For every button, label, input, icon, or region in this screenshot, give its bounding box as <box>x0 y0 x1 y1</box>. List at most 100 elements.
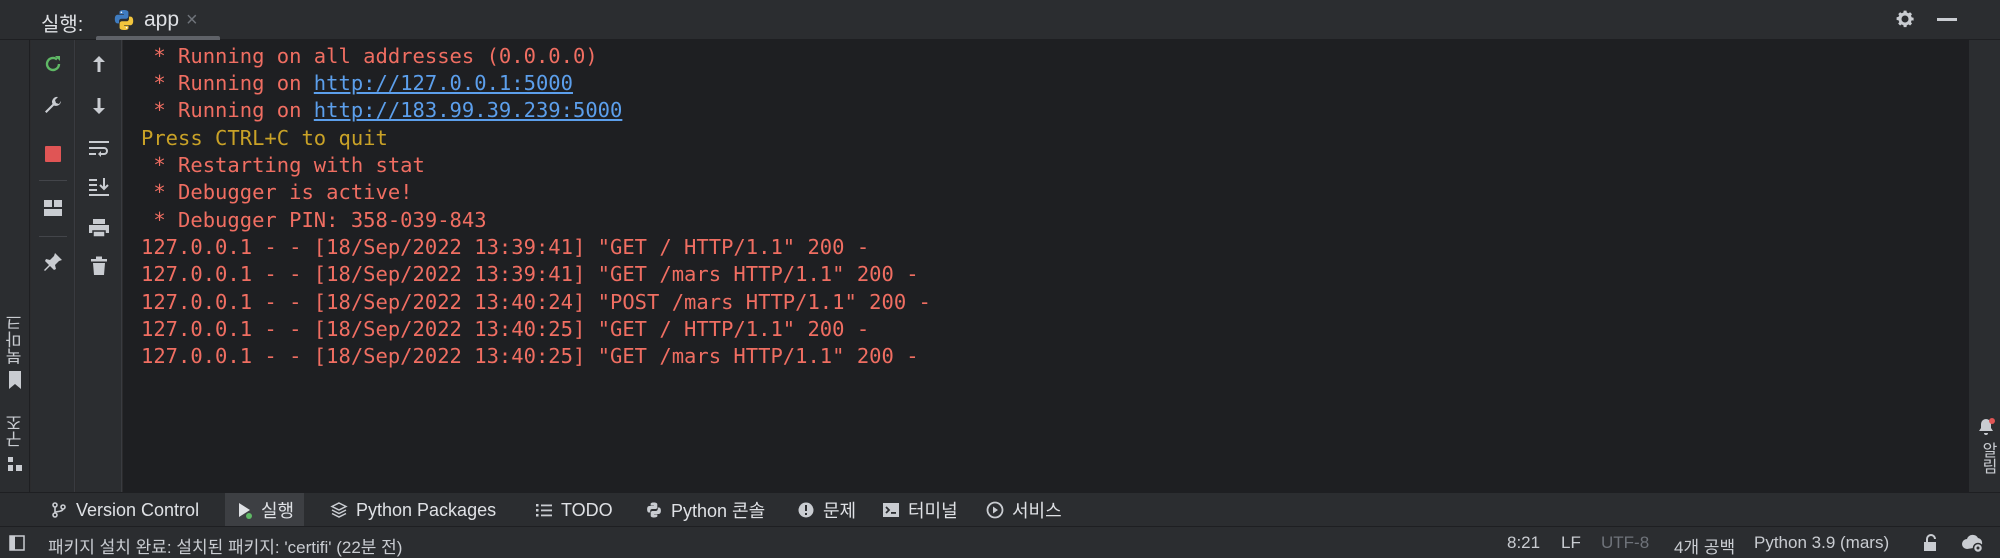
trash-icon <box>91 256 107 275</box>
console-line: * Debugger PIN: 358-039-843 <box>141 208 487 232</box>
tab-label: 실행 <box>261 501 295 521</box>
scroll-to-end-icon <box>89 178 109 196</box>
lock-icon[interactable] <box>1922 533 1940 553</box>
tab-label: Python 콘솔 <box>671 501 766 521</box>
layout-icon <box>44 200 62 216</box>
tab-app[interactable]: app × <box>96 0 220 40</box>
line-separator[interactable]: LF <box>1561 533 1581 553</box>
run-toolbar-secondary <box>76 40 122 492</box>
tool-window-bar: Version Control 실행 Python Packages TODO … <box>0 492 2000 527</box>
console-line: Press CTRL+C to quit <box>141 126 388 150</box>
run-tool-window-header: 실행: app × <box>0 0 2000 40</box>
scroll-up-button[interactable] <box>83 48 115 80</box>
console-output[interactable]: * Running on all addresses (0.0.0.0) * R… <box>123 40 1969 492</box>
tab-problems[interactable]: 문제 <box>787 493 866 527</box>
console-text: 127.0.0.1 - - [18/Sep/2022 13:40:25] "GE… <box>141 317 870 341</box>
close-icon[interactable]: × <box>186 9 198 32</box>
left-tool-stripe: 북마크 구조 <box>0 40 30 492</box>
clear-all-button[interactable] <box>83 250 115 282</box>
layout-button[interactable] <box>37 192 69 224</box>
print-button[interactable] <box>83 212 115 244</box>
tab-version-control[interactable]: Version Control <box>40 493 209 527</box>
console-text: 127.0.0.1 - - [18/Sep/2022 13:39:41] "GE… <box>141 262 919 286</box>
console-line: * Restarting with stat <box>141 153 425 177</box>
edit-configuration-button[interactable] <box>37 90 69 122</box>
python-interpreter[interactable]: Python 3.9 (mars) <box>1754 533 1889 553</box>
console-text: * Running on all addresses (0.0.0.0) <box>141 44 598 68</box>
tab-python-packages[interactable]: Python Packages <box>320 493 506 527</box>
tab-label: Python Packages <box>356 499 497 520</box>
toolbar-separator <box>39 180 67 181</box>
tab-run[interactable]: 실행 <box>225 493 305 527</box>
print-icon <box>89 219 109 238</box>
tab-label: Version Control <box>76 499 200 520</box>
arrow-down-icon <box>93 98 105 114</box>
right-tool-stripe: 알림 <box>1968 40 2000 492</box>
notifications-stripe-button[interactable]: 알림 <box>1975 442 1999 474</box>
run-label: 실행: <box>41 14 84 36</box>
console-text: 127.0.0.1 - - [18/Sep/2022 13:40:25] "GE… <box>141 344 919 368</box>
rerun-button[interactable] <box>37 48 69 80</box>
run-icon <box>239 503 252 519</box>
tab-todo[interactable]: TODO <box>525 493 623 527</box>
rerun-icon <box>45 56 61 72</box>
console-text: * Debugger is active! <box>141 180 413 204</box>
console-link[interactable]: http://127.0.0.1:5000 <box>314 71 573 95</box>
services-icon <box>986 501 1004 519</box>
soft-wrap-icon <box>89 141 109 157</box>
console-text: * Running on <box>141 98 314 122</box>
console-line: 127.0.0.1 - - [18/Sep/2022 13:40:25] "GE… <box>141 317 869 341</box>
caret-position[interactable]: 8:21 <box>1507 533 1540 553</box>
console-line: 127.0.0.1 - - [18/Sep/2022 13:40:25] "GE… <box>141 344 919 368</box>
file-encoding[interactable]: UTF-8 <box>1601 533 1649 553</box>
console-text: * Restarting with stat <box>141 153 425 177</box>
pin-tab-button[interactable] <box>37 246 69 278</box>
console-text: * Debugger PIN: 358-039-843 <box>141 208 487 232</box>
scroll-to-end-button[interactable] <box>83 170 115 202</box>
toolbar-separator <box>39 236 67 237</box>
console-link[interactable]: http://183.99.39.239:5000 <box>314 98 623 122</box>
tab-label: 문제 <box>823 501 857 521</box>
minimize-icon[interactable] <box>1937 18 1957 21</box>
branch-icon <box>52 502 66 518</box>
console-text: 127.0.0.1 - - [18/Sep/2022 13:40:24] "PO… <box>141 290 931 314</box>
status-bar: 패키지 설치 완료: 설치된 패키지: 'certifi' (22분 전) 8:… <box>0 526 2000 558</box>
todo-icon <box>536 504 552 517</box>
toggle-tool-windows-icon[interactable] <box>9 535 25 551</box>
status-message[interactable]: 패키지 설치 완료: 설치된 패키지: 'certifi' (22분 전) <box>48 533 402 558</box>
pin-icon <box>44 253 62 271</box>
console-line: 127.0.0.1 - - [18/Sep/2022 13:39:41] "GE… <box>141 262 919 286</box>
wrench-icon <box>45 96 61 113</box>
structure-icon[interactable] <box>7 456 23 472</box>
bookmarks-stripe-button[interactable]: 북마크 <box>3 314 28 365</box>
cloud-settings-icon[interactable] <box>1960 532 1986 554</box>
tab-label: TODO <box>561 499 613 520</box>
tab-terminal[interactable]: 터미널 <box>872 493 968 527</box>
indent-setting[interactable]: 4개 공백 <box>1674 533 1735 558</box>
python-console-icon <box>647 502 661 518</box>
console-line: 127.0.0.1 - - [18/Sep/2022 13:39:41] "GE… <box>141 235 869 259</box>
structure-stripe-button[interactable]: 구조 <box>3 414 28 448</box>
console-text: Press CTRL+C to quit <box>141 126 388 150</box>
terminal-icon <box>883 503 899 517</box>
bell-icon[interactable] <box>1976 417 1996 437</box>
console-line: * Running on http://127.0.0.1:5000 <box>141 71 573 95</box>
tab-label: 터미널 <box>908 501 958 521</box>
arrow-up-icon <box>93 56 105 72</box>
run-toolbar-primary <box>31 40 75 492</box>
stop-button[interactable] <box>37 138 69 170</box>
bookmark-icon[interactable] <box>8 370 22 390</box>
packages-icon <box>330 502 348 518</box>
console-line: 127.0.0.1 - - [18/Sep/2022 13:40:24] "PO… <box>141 290 931 314</box>
tab-label: 서비스 <box>1012 501 1062 521</box>
console-line: * Debugger is active! <box>141 180 413 204</box>
python-icon <box>114 10 134 30</box>
soft-wrap-button[interactable] <box>83 132 115 164</box>
scroll-down-button[interactable] <box>83 90 115 122</box>
tab-python-console[interactable]: Python 콘솔 <box>635 493 775 527</box>
tab-services[interactable]: 서비스 <box>976 493 1072 527</box>
console-text: 127.0.0.1 - - [18/Sep/2022 13:39:41] "GE… <box>141 235 870 259</box>
console-line: * Running on all addresses (0.0.0.0) <box>141 44 598 68</box>
gear-icon[interactable] <box>1893 7 1917 31</box>
tab-label: app <box>144 8 180 31</box>
